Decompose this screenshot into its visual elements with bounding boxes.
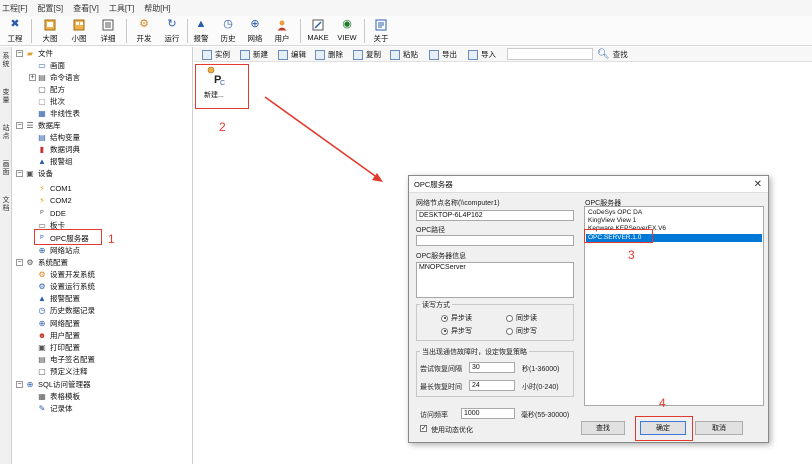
highlight-box-opc-server-entry bbox=[584, 229, 653, 243]
radio-dot bbox=[441, 314, 448, 322]
radio-dot bbox=[506, 327, 513, 335]
server-info-label: OPC服务器信息 bbox=[416, 253, 467, 260]
node-name-input[interactable]: DESKTOP-6L4P162 bbox=[416, 210, 574, 221]
highlight-box-ok bbox=[635, 416, 693, 441]
dialog-titlebar: OPC服务器 ✕ bbox=[409, 176, 768, 193]
access-freq-unit: 毫秒(55-30000) bbox=[521, 412, 570, 419]
radio-read-async[interactable]: 异步读 bbox=[441, 313, 472, 323]
dynamic-opt-checkbox[interactable]: ✓ bbox=[420, 425, 427, 432]
list-item[interactable]: CoDeSys OPC DA bbox=[586, 209, 762, 217]
rw-mode-label: 读写方式 bbox=[420, 300, 452, 310]
radio-write-async[interactable]: 异步写 bbox=[441, 326, 472, 336]
max-retry-input[interactable]: 24 bbox=[469, 380, 515, 391]
retry-interval-unit: 秒(1-36000) bbox=[522, 366, 560, 373]
opc-path-input[interactable] bbox=[416, 235, 574, 246]
opc-path-label: OPC路径 bbox=[416, 227, 446, 234]
access-freq-input[interactable]: 1000 bbox=[461, 408, 515, 419]
node-name-label: 网络节点名称(\\computer1) bbox=[416, 200, 500, 207]
radio-read-sync[interactable]: 同步读 bbox=[506, 313, 537, 323]
retry-interval-label: 尝试恢复间隔 bbox=[420, 366, 462, 373]
retry-interval-input[interactable]: 30 bbox=[469, 362, 515, 373]
server-info-box: MNOPCServer bbox=[416, 262, 574, 298]
reconnect-label: 当出现通信故障时，设定恢复策略 bbox=[420, 347, 529, 357]
annotation-3: 3 bbox=[628, 248, 635, 262]
radio-dot bbox=[506, 314, 513, 322]
max-retry-label: 最长恢复时间 bbox=[420, 384, 462, 391]
dynamic-opt-label: 使用动态优化 bbox=[431, 427, 473, 434]
list-item[interactable]: KingView View 1 bbox=[586, 217, 762, 225]
find-button[interactable]: 查找 bbox=[581, 421, 625, 435]
max-retry-unit: 小时(0-240) bbox=[522, 384, 559, 391]
cancel-button[interactable]: 取消 bbox=[695, 421, 743, 435]
radio-write-sync[interactable]: 同步写 bbox=[506, 326, 537, 336]
dialog-title: OPC服务器 bbox=[414, 179, 453, 189]
close-icon[interactable]: ✕ bbox=[754, 179, 762, 190]
access-freq-label: 访问频率 bbox=[420, 412, 448, 419]
annotation-4: 4 bbox=[659, 396, 666, 410]
radio-dot bbox=[441, 327, 448, 335]
